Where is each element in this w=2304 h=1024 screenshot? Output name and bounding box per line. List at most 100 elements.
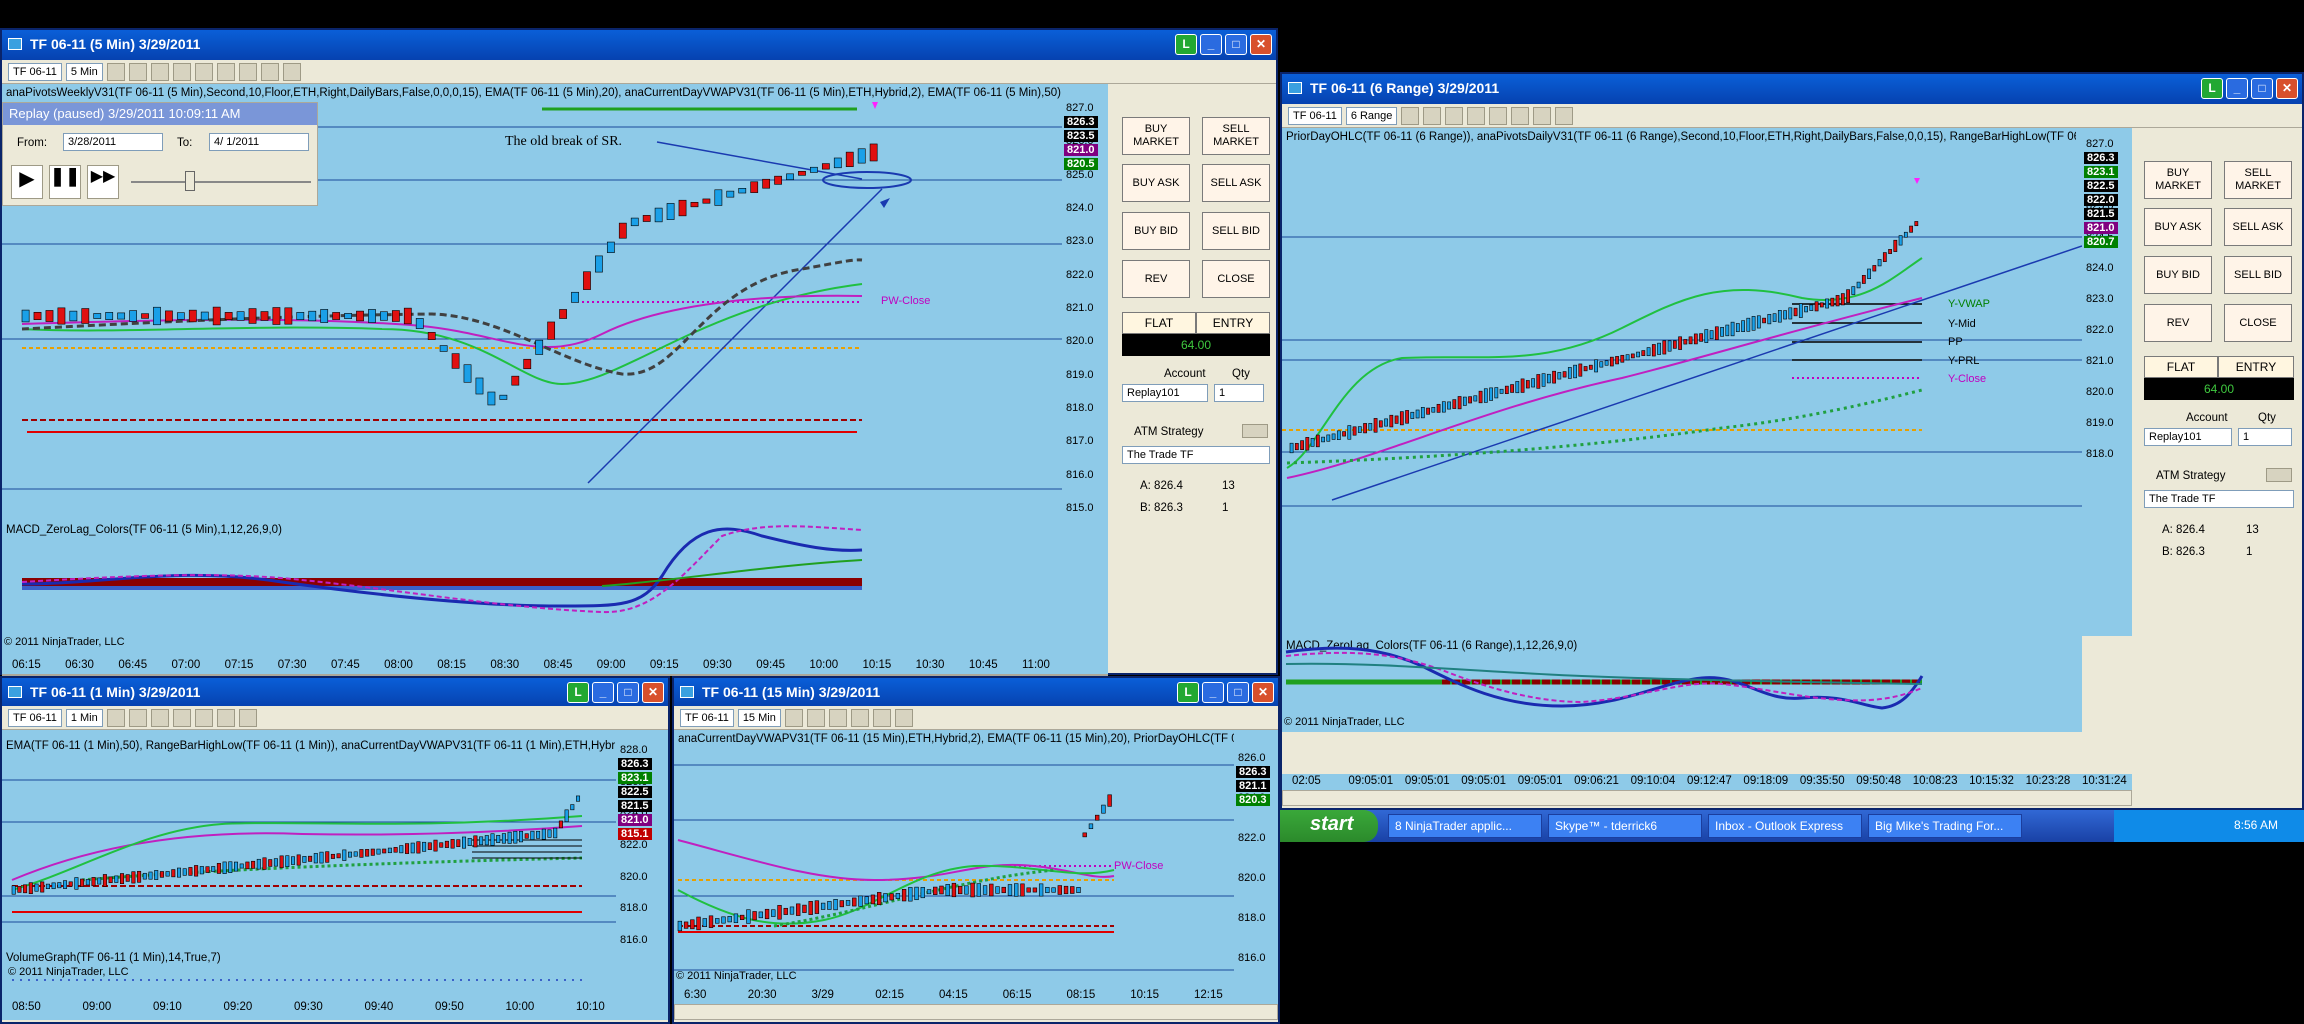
zoom-icon[interactable]	[1489, 106, 1508, 125]
strategies-icon[interactable]	[260, 62, 279, 81]
pencil-icon[interactable]	[1423, 106, 1442, 125]
minimize-button[interactable]: _	[592, 682, 614, 703]
close-button[interactable]: ✕	[1252, 682, 1274, 703]
volume-panel[interactable]: VolumeGraph(TF 06-11 (1 Min),14,True,7) …	[2, 952, 668, 1000]
sell-ask-button[interactable]: SELL ASK	[2224, 208, 2292, 246]
cursor-icon[interactable]	[172, 62, 191, 81]
properties-icon[interactable]	[894, 708, 913, 727]
start-button[interactable]: start	[1280, 810, 1378, 842]
bars-type-icon[interactable]	[106, 708, 125, 727]
sell-ask-button[interactable]: SELL ASK	[1202, 164, 1270, 202]
task-ninjatrader[interactable]: 8 NinjaTrader applic...	[1388, 814, 1542, 838]
instrument-select[interactable]: TF 06-11	[680, 708, 734, 727]
maximize-button[interactable]: □	[617, 682, 639, 703]
bars-type-icon[interactable]	[1401, 106, 1420, 125]
atm-settings-button[interactable]	[1242, 424, 1268, 438]
wand-icon[interactable]	[1445, 106, 1464, 125]
replay-speed-slider[interactable]	[131, 181, 311, 183]
sell-bid-button[interactable]: SELL BID	[2224, 256, 2292, 294]
price-panel[interactable]: EMA(TF 06-11 (1 Min),50), RangeBarHighLo…	[2, 730, 616, 952]
play-button[interactable]: ▶	[11, 165, 43, 199]
interval-select[interactable]: 15 Min	[737, 708, 781, 727]
sell-market-button[interactable]: SELL MARKET	[1202, 117, 1270, 155]
title-bar[interactable]: TF 06-11 (6 Range) 3/29/2011 L _ □ ✕	[1282, 74, 2302, 104]
price-panel[interactable]: PriorDayOHLC(TF 06-11 (6 Range)), anaPiv…	[1282, 128, 2082, 636]
buy-market-button[interactable]: BUY MARKET	[1122, 117, 1190, 155]
maximize-button[interactable]: □	[1225, 34, 1247, 55]
minimize-button[interactable]: _	[1200, 34, 1222, 55]
template-icon[interactable]	[282, 62, 301, 81]
pencil-icon[interactable]	[128, 708, 147, 727]
minimize-button[interactable]: _	[2226, 78, 2248, 99]
pencil-icon[interactable]	[806, 708, 825, 727]
link-button[interactable]: L	[1177, 682, 1199, 703]
link-button[interactable]: L	[2201, 78, 2223, 99]
close-position-button[interactable]: CLOSE	[2224, 304, 2292, 342]
interval-select[interactable]: 6 Range	[1345, 106, 1398, 125]
task-outlook[interactable]: Inbox - Outlook Express	[1708, 814, 1862, 838]
properties-icon[interactable]	[1511, 106, 1530, 125]
indicators-icon[interactable]	[1533, 106, 1552, 125]
sell-bid-button[interactable]: SELL BID	[1202, 212, 1270, 250]
title-bar[interactable]: TF 06-11 (15 Min) 3/29/2011 L _ □ ✕	[674, 678, 1278, 706]
maximize-button[interactable]: □	[2251, 78, 2273, 99]
slider-thumb[interactable]	[185, 171, 195, 191]
macd-panel[interactable]: MACD_ZeroLag_Colors(TF 06-11 (5 Min),1,1…	[2, 516, 1062, 656]
bars-type-icon[interactable]	[106, 62, 125, 81]
cursor-icon[interactable]	[850, 708, 869, 727]
maximize-button[interactable]: □	[1227, 682, 1249, 703]
title-bar[interactable]: TF 06-11 (5 Min) 3/29/2011 L _ □ ✕	[2, 30, 1276, 60]
bars-type-icon[interactable]	[784, 708, 803, 727]
instrument-select[interactable]: TF 06-11	[8, 708, 62, 727]
wand-icon[interactable]	[150, 62, 169, 81]
reverse-button[interactable]: REV	[1122, 260, 1190, 298]
indicators-icon[interactable]	[238, 708, 257, 727]
instrument-select[interactable]: TF 06-11	[1288, 106, 1342, 125]
account-select[interactable]: Replay101	[1122, 384, 1208, 402]
macd-panel[interactable]: MACD_ZeroLag_Colors(TF 06-11 (6 Range),1…	[1282, 636, 2082, 732]
zoom-icon[interactable]	[194, 708, 213, 727]
buy-ask-button[interactable]: BUY ASK	[2144, 208, 2212, 246]
link-button[interactable]: L	[567, 682, 589, 703]
atm-settings-button[interactable]	[2266, 468, 2292, 482]
fast-forward-button[interactable]: ▶▶	[87, 165, 119, 199]
atm-select[interactable]: The Trade TF	[2144, 490, 2294, 508]
close-button[interactable]: ✕	[1250, 34, 1272, 55]
buy-bid-button[interactable]: BUY BID	[2144, 256, 2212, 294]
buy-market-button[interactable]: BUY MARKET	[2144, 161, 2212, 199]
horizontal-scrollbar[interactable]	[1282, 790, 2132, 806]
reverse-button[interactable]: REV	[2144, 304, 2212, 342]
wand-icon[interactable]	[828, 708, 847, 727]
close-position-button[interactable]: CLOSE	[1202, 260, 1270, 298]
pause-button[interactable]: ❚❚	[49, 165, 81, 199]
buy-bid-button[interactable]: BUY BID	[1122, 212, 1190, 250]
properties-icon[interactable]	[216, 708, 235, 727]
to-date[interactable]: 4/ 1/2011	[209, 133, 309, 151]
qty-input[interactable]: 1	[1214, 384, 1264, 402]
zoom-icon[interactable]	[872, 708, 891, 727]
horizontal-scrollbar[interactable]	[674, 1004, 1278, 1020]
task-skype[interactable]: Skype™ - tderrick6	[1548, 814, 1702, 838]
close-button[interactable]: ✕	[2276, 78, 2298, 99]
title-bar[interactable]: TF 06-11 (1 Min) 3/29/2011 L _ □ ✕	[2, 678, 668, 706]
account-select[interactable]: Replay101	[2144, 428, 2232, 446]
qty-input[interactable]: 1	[2238, 428, 2292, 446]
link-button[interactable]: L	[1175, 34, 1197, 55]
atm-select[interactable]: The Trade TF	[1122, 446, 1270, 464]
from-date[interactable]: 3/28/2011	[63, 133, 163, 151]
zoom-icon[interactable]	[194, 62, 213, 81]
instrument-select[interactable]: TF 06-11	[8, 62, 62, 81]
strategies-icon[interactable]	[1555, 106, 1574, 125]
price-panel[interactable]: anaCurrentDayVWAPV31(TF 06-11 (15 Min),E…	[674, 730, 1234, 988]
properties-icon[interactable]	[216, 62, 235, 81]
interval-select[interactable]: 5 Min	[65, 62, 103, 81]
cursor-icon[interactable]	[172, 708, 191, 727]
task-browser[interactable]: Big Mike's Trading For...	[1868, 814, 2022, 838]
wand-icon[interactable]	[150, 708, 169, 727]
close-button[interactable]: ✕	[642, 682, 664, 703]
indicators-icon[interactable]	[238, 62, 257, 81]
cursor-icon[interactable]	[1467, 106, 1486, 125]
buy-ask-button[interactable]: BUY ASK	[1122, 164, 1190, 202]
sell-market-button[interactable]: SELL MARKET	[2224, 161, 2292, 199]
pencil-icon[interactable]	[128, 62, 147, 81]
